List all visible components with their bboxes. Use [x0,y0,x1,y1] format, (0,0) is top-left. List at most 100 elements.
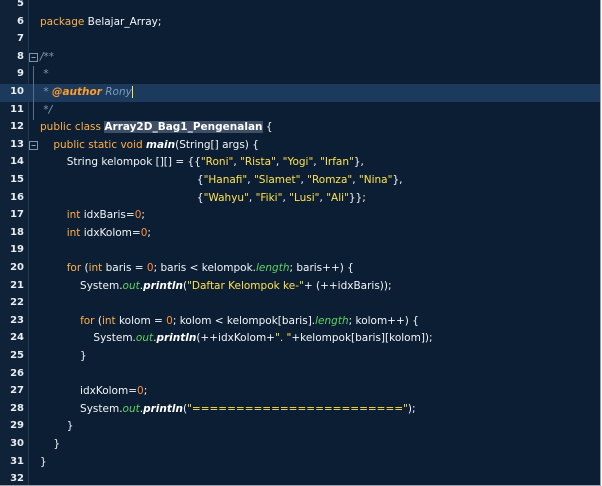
code-text: System.out.println("====================… [40,402,415,415]
line-number: 12 [10,121,24,133]
code-token-plain: +kelompok[baris][kolom]); [291,332,433,345]
code-line[interactable]: 11 */ [0,101,600,120]
code-token-kw: int [66,226,81,239]
code-token-field: out [135,332,154,345]
line-number: 22 [10,297,24,309]
code-line[interactable]: 15 {"Hanafi", "Slamet", "Romza", "Nina"}… [0,172,600,190]
code-token-field: out [122,279,140,292]
line-number: 25 [10,350,24,361]
code-token-str: ". " [274,332,292,345]
code-token-plain: baris = [102,262,147,274]
code-line[interactable]: 30 } [0,436,600,454]
code-token-plain: ( [81,262,89,274]
code-line[interactable]: 29 } [0,418,600,436]
code-line[interactable]: 19 [0,242,600,260]
code-text: } [40,350,87,362]
code-token-plain: } [40,350,87,362]
code-text: System.out.println(++idxKolom+". "+kelom… [40,332,433,345]
code-token-plain: ; baris++) { [289,262,354,274]
code-token-plain: System. [40,332,136,345]
code-token-plain: } [40,420,74,433]
code-token-tag: @author [51,86,102,98]
code-line[interactable]: 7 [0,31,600,49]
code-token-plain: ; [147,226,151,239]
fold-guide-line [33,84,34,102]
code-token-plain: System. [40,402,123,415]
code-token-plain: idxBaris= [80,209,135,222]
code-line[interactable]: 20 for (int baris = 0; baris < kelompok.… [0,260,600,278]
code-token-plain: , [313,156,320,169]
line-number: 24 [10,332,24,344]
code-line[interactable]: 17 int idxBaris=0; [0,207,600,225]
line-number: 17 [10,209,24,221]
code-line[interactable]: 18 int idxKolom=0; [0,225,600,243]
line-number: 30 [10,438,24,449]
code-text: System.out.println("Daftar Kelompok ke-"… [40,280,392,292]
code-token-str: "Lusi" [289,191,320,204]
code-line[interactable]: 5 [0,0,600,14]
code-token-str: "Yogi" [282,156,314,169]
code-line[interactable]: 8−/** [0,49,600,67]
code-token-cm: * [40,86,52,98]
fold-collapse-icon[interactable]: − [29,140,38,150]
code-line[interactable]: 13− public static void main(String[] arg… [0,137,600,155]
code-line[interactable]: 14 String kelompok [][] = {{"Roni", "Ris… [0,154,600,172]
line-number: 32 [10,473,24,485]
line-number: 20 [10,262,24,273]
line-number: 13 [10,138,24,150]
code-line[interactable]: 23 for (int kolom = 0; kolom < kelompok[… [0,313,600,331]
code-line[interactable]: 27 idxKolom=0; [0,383,600,401]
code-token-str: "Rista" [240,156,276,169]
code-token-plain: ; kolom < kelompok[baris]. [172,314,316,327]
code-text: } [40,420,74,433]
fold-collapse-icon[interactable]: − [29,52,38,62]
code-line[interactable]: 26 [0,366,600,384]
line-number: 18 [10,226,24,238]
fold-guide-line [33,101,34,120]
code-line[interactable]: 16 {"Wahyu", "Fiki", "Lusi", "Ali"}}; [0,190,600,208]
code-line[interactable]: 12 public class Array2D_Bag1_Pengenalan { [0,119,600,137]
code-token-num: 0 [146,262,154,274]
code-text: } [40,438,60,450]
code-token-plain: , [248,191,256,204]
code-line[interactable]: 9 * [0,66,600,85]
code-text: String kelompok [][] = {{"Roni", "Rista"… [40,156,364,168]
code-line[interactable]: 21 System.out.println("Daftar Kelompok k… [0,278,600,296]
code-line[interactable]: 10 * @author Rony [0,84,600,102]
code-line[interactable]: 24 System.out.println(++idxKolom+". "+ke… [0,330,600,348]
code-line[interactable]: 31} [0,454,600,472]
code-line[interactable]: 6 package Belajar_Array; [0,14,600,32]
code-line[interactable]: 22 [0,295,600,313]
code-token-plain: Belajar_Array; [84,15,162,28]
code-line[interactable]: 28 System.out.println("=================… [0,401,600,419]
code-text: package Belajar_Array; [40,16,161,28]
code-line[interactable]: 25 } [0,348,600,366]
code-token-str: "Nina" [358,174,393,186]
code-text: public class Array2D_Bag1_Pengenalan { [40,121,273,134]
code-token-kw: public class [40,121,105,134]
code-token-plain: ; kolom++) { [348,314,419,327]
code-text: /** [40,51,54,63]
code-editor[interactable]: 5 6 package Belajar_Array; 7 8−/** 9 * 10 * @a… [0,0,601,486]
code-text: * @author Rony [40,86,133,98]
code-token-field: length [256,262,290,274]
code-text: for (int kolom = 0; kolom < kelompok[bar… [40,315,419,327]
line-number: 5 [17,0,24,9]
line-number: 31 [10,455,24,467]
code-token-num: 0 [137,385,144,398]
code-token-plain: ( [94,314,102,327]
line-number: 15 [10,174,24,185]
code-token-str: "Slamet" [253,174,301,186]
code-token-plain: , [247,174,254,186]
code-token-num: 0 [166,314,173,327]
code-token-str: "========================" [187,402,408,415]
code-line[interactable]: 32 [0,471,600,485]
code-token-plain: System. [40,279,123,292]
code-token-str: "Wahyu" [203,191,249,204]
code-token-plain: , [233,156,241,169]
code-text: {"Wahyu", "Fiki", "Lusi", "Ali"}}; [40,192,366,204]
code-token-plain: idxKolom= [80,226,141,239]
line-number: 23 [10,314,24,326]
code-token-plain: , [352,174,359,186]
